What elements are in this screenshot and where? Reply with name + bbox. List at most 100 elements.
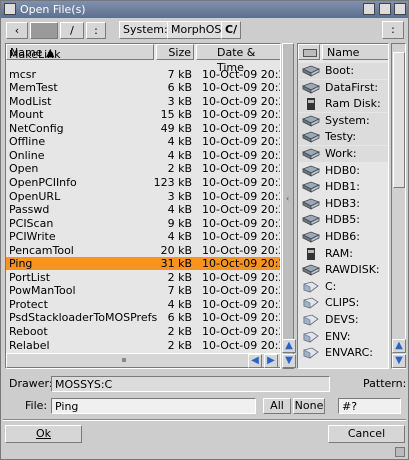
volume-name: HDB5:: [325, 213, 360, 227]
select-none-button[interactable]: None: [293, 398, 325, 414]
file-input[interactable]: Ping: [51, 398, 256, 414]
file-name: MemTest: [9, 81, 58, 95]
volume-icon-column: [298, 44, 320, 60]
file-row[interactable]: PowManTool 7 kB 10-Oct-09 20:29: [6, 284, 280, 298]
volume-item[interactable]: System:: [298, 112, 388, 129]
back-button[interactable]: ‹: [6, 22, 28, 39]
resize-grip-icon[interactable]: [395, 447, 405, 457]
pattern-field[interactable]: #?: [338, 398, 401, 414]
depth-icon[interactable]: [394, 3, 406, 15]
file-row[interactable]: PCIWrite 4 kB 10-Oct-09 20:29: [6, 230, 280, 244]
file-row[interactable]: Protect 4 kB 10-Oct-09 20:29: [6, 298, 280, 311]
volume-item[interactable]: Testy:: [298, 129, 388, 146]
volume-item[interactable]: HDB3:: [298, 196, 388, 212]
iconify-icon[interactable]: [379, 3, 391, 15]
select-all-button[interactable]: All: [263, 398, 291, 414]
file-name: ModList: [9, 94, 52, 108]
volume-item[interactable]: HDB6:: [298, 229, 388, 245]
volume-column-name[interactable]: Name: [322, 44, 388, 60]
file-row[interactable]: PortList 2 kB 10-Oct-09 20:29: [6, 270, 280, 284]
volume-item[interactable]: Work:: [298, 146, 388, 162]
path-segment-c[interactable]: C/: [221, 21, 242, 39]
file-scroll-down-icon[interactable]: ▼: [282, 354, 296, 368]
drive-icon: [302, 82, 320, 94]
volume-item[interactable]: Ram Disk:: [298, 96, 388, 113]
file-size: 2 kB: [167, 338, 192, 352]
volume-item[interactable]: CLIPS:: [298, 295, 388, 311]
scroll-left-icon[interactable]: ◀: [248, 354, 262, 368]
folder-icon: [302, 297, 320, 309]
volume-item[interactable]: HDB5:: [298, 212, 388, 228]
file-row[interactable]: Offline 4 kB 10-Oct-09 20:29: [6, 135, 280, 149]
file-row[interactable]: ModList 3 kB 10-Oct-09 20:29: [6, 94, 280, 108]
volume-scroll-thumb[interactable]: [393, 52, 405, 188]
volume-item[interactable]: HDB1:: [298, 179, 388, 195]
file-row[interactable]: Relabel 2 kB 10-Oct-09 20:29: [6, 338, 280, 352]
file-name: PowManTool: [9, 284, 76, 298]
drive-icon: [302, 181, 320, 193]
file-row[interactable]: OpenURL 3 kB 10-Oct-09 20:29: [6, 189, 280, 203]
volume-item[interactable]: DataFirst:: [298, 79, 388, 96]
assign-button[interactable]: :: [86, 22, 106, 39]
divider-handle[interactable]: ‹: [282, 43, 294, 369]
volume-item[interactable]: C:: [298, 279, 388, 295]
ram-icon: [302, 98, 320, 111]
volume-name: C:: [325, 279, 337, 293]
file-name: NetConfig: [9, 121, 64, 135]
file-row[interactable]: OpenPCIInfo 123 kB 10-Oct-09 20:29: [6, 176, 280, 189]
file-row[interactable]: Mount 15 kB 10-Oct-09 20:29: [6, 108, 280, 122]
path-root[interactable]: System:: [119, 21, 172, 39]
cancel-button[interactable]: Cancel: [328, 425, 405, 443]
horizontal-scrollbar[interactable]: [6, 353, 280, 368]
file-name: PortList: [9, 270, 51, 284]
volume-item[interactable]: RAM:: [298, 246, 388, 262]
volume-scroll-down-icon[interactable]: ▼: [392, 354, 406, 368]
window-title: Open File(s): [20, 3, 86, 16]
file-size: 4 kB: [167, 135, 192, 149]
volume-item[interactable]: ENVARC:: [298, 345, 388, 361]
pattern-label: Pattern:: [363, 377, 407, 390]
file-name: Open: [9, 162, 39, 176]
volume-item[interactable]: HDB0:: [298, 163, 388, 179]
file-date: 10-Oct-09 20:29: [202, 108, 280, 122]
volume-item[interactable]: RAWDISK:: [298, 262, 388, 278]
file-row[interactable]: PsdStackloaderToMOSPrefs 6 kB 10-Oct-09 20…: [6, 311, 280, 324]
volume-list[interactable]: Name Boot: DataFirst: Ram Disk: System: Test…: [297, 43, 389, 369]
volume-scrollbar[interactable]: [391, 43, 406, 369]
title-bar[interactable]: Open File(s): [1, 1, 408, 18]
file-row[interactable]: Passwd 4 kB 10-Oct-09 20:29: [6, 203, 280, 216]
file-date: 10-Oct-09 20:29: [202, 162, 280, 176]
file-row[interactable]: NetConfig 49 kB 10-Oct-09 20:29: [6, 121, 280, 135]
file-row[interactable]: PencamTool 20 kB 10-Oct-09 20:29: [6, 244, 280, 257]
file-row[interactable]: Open 2 kB 10-Oct-09 20:29: [6, 162, 280, 176]
scroll-knob-icon: [122, 358, 126, 362]
file-row[interactable]: mcsr 7 kB 10-Oct-09 20:29: [6, 68, 280, 81]
file-row[interactable]: Reboot 2 kB 10-Oct-09 20:29: [6, 325, 280, 338]
file-row[interactable]: PCIScan 9 kB 10-Oct-09 20:29: [6, 217, 280, 230]
file-size: 3 kB: [167, 189, 192, 203]
drawer-field[interactable]: MOSSYS:C: [51, 376, 330, 392]
more-button[interactable]: :: [382, 21, 404, 39]
root-button[interactable]: /: [60, 22, 84, 39]
drive-icon: [302, 264, 320, 276]
parent-drawer-button[interactable]: [30, 22, 58, 39]
close-icon[interactable]: [4, 3, 16, 15]
file-list[interactable]: Name ▲ Size Date & Time MakeLink mcsr 7 kB…: [5, 43, 281, 369]
file-name: MakeLink: [9, 48, 61, 61]
zoom-icon[interactable]: [363, 3, 375, 15]
volume-scroll-up-icon[interactable]: ▲: [392, 339, 406, 353]
file-date: 10-Oct-09 20:29: [202, 189, 280, 203]
file-row[interactable]: Online 4 kB 10-Oct-09 20:29: [6, 149, 280, 162]
file-scroll-up-icon[interactable]: ▲: [282, 339, 296, 353]
volume-item[interactable]: DEVS:: [298, 312, 388, 328]
file-row[interactable]: Ping 31 kB 10-Oct-09 20:29: [6, 257, 280, 271]
scroll-right-icon[interactable]: ▶: [264, 354, 278, 368]
volume-item[interactable]: ENV:: [298, 329, 388, 345]
ok-button[interactable]: Ok: [5, 425, 82, 443]
volume-name: HDB3:: [325, 196, 360, 210]
volume-item[interactable]: Boot:: [298, 63, 388, 79]
file-row[interactable]: MakeLink: [6, 48, 280, 61]
file-row[interactable]: MemTest 6 kB 10-Oct-09 20:29: [6, 81, 280, 95]
path-segment-morphos[interactable]: MorphOS/: [167, 21, 230, 39]
file-size: 4 kB: [167, 230, 192, 244]
